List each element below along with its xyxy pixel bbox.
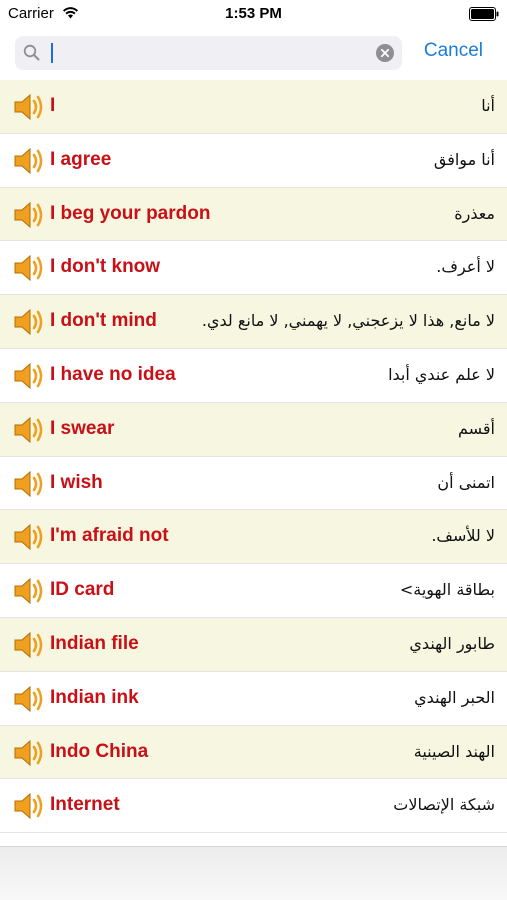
- term-label: I agree: [50, 148, 112, 170]
- term-label: I beg your pardon: [50, 202, 211, 224]
- translation-label: لا مانع, هذا لا يزعجني, لا يهمني, لا مان…: [201, 311, 495, 331]
- term-label: I have no idea: [50, 363, 176, 385]
- bottom-toolbar-area: [0, 846, 507, 900]
- search-icon: [23, 44, 40, 61]
- term-label: Indian ink: [50, 686, 139, 708]
- translation-label: الحبر الهندي: [414, 687, 495, 707]
- term-label: I don't mind: [50, 310, 157, 332]
- term-label: ID card: [50, 579, 115, 601]
- list-item[interactable]: Internet شبكة الإتصالات: [0, 779, 507, 834]
- translation-label: لا أعرف.: [436, 257, 495, 277]
- list-item[interactable]: I don't mind لا مانع, هذا لا يزعجني, لا ي…: [0, 295, 507, 349]
- list-item[interactable]: I beg your pardon معذرة: [0, 187, 507, 242]
- search-bar: Cancel: [0, 28, 507, 78]
- list-item[interactable]: Indo China الهند الصينية: [0, 725, 507, 780]
- term-label: I don't know: [50, 256, 161, 278]
- term-label: Indo China: [50, 740, 149, 762]
- speaker-icon[interactable]: [12, 361, 46, 391]
- translation-label: اتمنى أن: [437, 472, 495, 492]
- translation-label: أنا موافق: [433, 149, 495, 169]
- speaker-icon[interactable]: [12, 415, 46, 445]
- term-label: Indian file: [50, 632, 139, 654]
- term-label: I wish: [50, 471, 103, 493]
- term-label: I'm afraid not: [50, 525, 169, 547]
- speaker-icon[interactable]: [12, 307, 46, 337]
- list-item[interactable]: I أنا: [0, 80, 507, 134]
- speaker-icon[interactable]: [12, 522, 46, 552]
- clear-icon[interactable]: [376, 44, 394, 62]
- speaker-icon[interactable]: [12, 469, 46, 499]
- speaker-icon[interactable]: [12, 200, 46, 230]
- search-field[interactable]: [15, 36, 402, 70]
- battery-icon: [469, 7, 499, 21]
- status-bar: Carrier 1:53 PM: [0, 0, 507, 28]
- translation-label: طابور الهندي: [409, 633, 495, 653]
- translation-label: شبكة الإتصالات: [393, 795, 495, 815]
- status-time: 1:53 PM: [225, 5, 282, 22]
- translation-label: معذرة: [454, 203, 495, 223]
- term-label: I swear: [50, 417, 115, 439]
- speaker-icon[interactable]: [12, 684, 46, 714]
- speaker-icon[interactable]: [12, 253, 46, 283]
- translation-label: أقسم: [457, 418, 495, 438]
- list-item[interactable]: I have no idea لا علم عندي أبدا: [0, 348, 507, 403]
- speaker-icon[interactable]: [12, 92, 46, 122]
- speaker-icon[interactable]: [12, 146, 46, 176]
- search-input[interactable]: [47, 40, 347, 66]
- list-item[interactable]: I'm afraid not لا للأسف.: [0, 510, 507, 565]
- term-label: Internet: [50, 794, 120, 816]
- term-label: I: [50, 95, 56, 116]
- speaker-icon[interactable]: [12, 738, 46, 768]
- list-item[interactable]: Indian ink الحبر الهندي: [0, 671, 507, 726]
- list-item[interactable]: ID card بطاقة الهوية>: [0, 564, 507, 618]
- speaker-icon[interactable]: [12, 630, 46, 660]
- list-item[interactable]: I agree أنا موافق: [0, 133, 507, 188]
- list-item[interactable]: I don't know لا أعرف.: [0, 241, 507, 296]
- translation-label: الهند الصينية: [413, 741, 495, 761]
- translation-label: لا علم عندي أبدا: [388, 364, 495, 384]
- translation-label: لا للأسف.: [431, 526, 495, 546]
- cancel-button[interactable]: Cancel: [424, 40, 483, 62]
- speaker-icon[interactable]: [12, 791, 46, 821]
- translation-label: أنا: [481, 96, 495, 115]
- list-item[interactable]: Indian file طابور الهندي: [0, 617, 507, 672]
- text-caret: [51, 43, 53, 63]
- list-item[interactable]: I wish اتمنى أن: [0, 456, 507, 511]
- phrase-list: I أنا I agree أنا موافق I beg your pardon معذ…: [0, 80, 507, 834]
- translation-label: بطاقة الهوية>: [399, 580, 495, 600]
- speaker-icon[interactable]: [12, 576, 46, 606]
- list-item[interactable]: I swear أقسم: [0, 402, 507, 457]
